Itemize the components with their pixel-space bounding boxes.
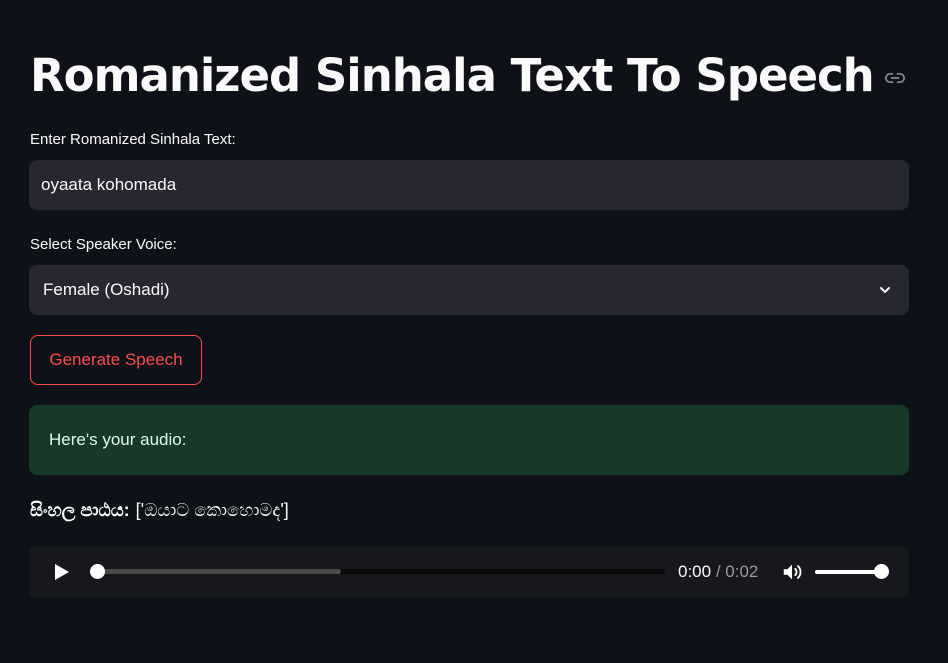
volume-slider[interactable] [815, 564, 889, 579]
speaker-voice-select[interactable]: Female (Oshadi) [29, 265, 909, 315]
sinhala-output: සිංහල පාඨය: ['ඔයාට කොහොමද'] [30, 500, 289, 521]
progress-thumb[interactable] [90, 564, 105, 579]
app-page: Romanized Sinhala Text To Speech Enter R… [0, 0, 948, 663]
time-separator: / [715, 562, 721, 581]
play-icon[interactable] [51, 562, 71, 582]
volume-icon[interactable] [781, 561, 803, 583]
voice-select-label: Select Speaker Voice: [30, 236, 177, 253]
selected-voice: Female (Oshadi) [43, 280, 170, 299]
sinhala-output-label: සිංහල පාඨය: [30, 500, 130, 520]
text-input-label: Enter Romanized Sinhala Text: [30, 131, 236, 148]
sinhala-output-value: ['ඔයාට කොහොමද'] [135, 500, 289, 520]
romanized-text-input[interactable] [29, 160, 909, 210]
link-icon[interactable] [884, 67, 906, 89]
audio-player: 0:00 / 0:02 [29, 547, 909, 597]
generate-speech-button[interactable]: Generate Speech [30, 335, 202, 385]
time-display: 0:00 / 0:02 [678, 562, 758, 582]
progress-buffered [97, 569, 342, 574]
page-title: Romanized Sinhala Text To Speech [30, 48, 875, 102]
title-row: Romanized Sinhala Text To Speech [30, 42, 906, 108]
chevron-down-icon [875, 280, 895, 300]
success-message: Here's your audio: [49, 430, 187, 449]
progress-slider[interactable] [90, 564, 665, 579]
duration: 0:02 [725, 562, 759, 581]
current-time: 0:00 [678, 562, 712, 581]
volume-thumb[interactable] [874, 564, 889, 579]
success-alert: Here's your audio: [29, 405, 909, 475]
